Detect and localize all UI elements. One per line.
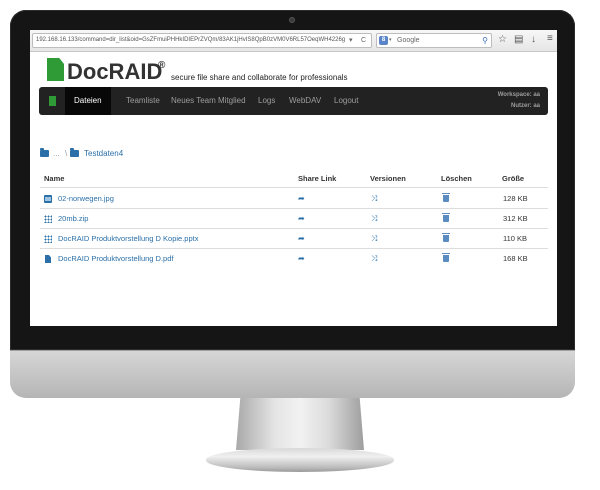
nav-item-neues-team-mitglied[interactable]: Neues Team Mitglied <box>167 87 250 115</box>
browser-toolbar: 192.168.16.133/command=dir_list&oid=GsZF… <box>30 30 557 52</box>
column-share-link: Share Link <box>298 174 337 183</box>
main-navbar: Dateien Teamliste Neues Team Mitglied Lo… <box>39 87 548 115</box>
share-link-icon[interactable]: ➦ <box>298 233 305 244</box>
monitor-stand-base <box>206 448 394 472</box>
column-versions: Versionen <box>370 174 406 183</box>
versions-shuffle-icon[interactable]: ⤨ <box>371 233 377 244</box>
clipboard-icon[interactable]: ▤ <box>514 33 523 46</box>
download-icon[interactable]: ↓ <box>531 33 536 46</box>
table-row: DocRAID Produktvorstellung D Kopie.pptx … <box>40 229 548 249</box>
file-size: 312 KB <box>503 214 528 223</box>
column-delete: Löschen <box>441 174 472 183</box>
logo-text: DocRAID <box>67 59 163 84</box>
share-link-icon[interactable]: ➦ <box>298 193 305 204</box>
monitor-chin <box>10 350 575 398</box>
file-size: 128 KB <box>503 194 528 203</box>
versions-shuffle-icon[interactable]: ⤨ <box>371 213 377 224</box>
menu-icon[interactable]: ≡ <box>547 32 553 45</box>
webcam <box>289 17 295 23</box>
url-dropdown-icon[interactable]: ▾ <box>349 34 353 47</box>
registered-mark: ® <box>158 60 166 71</box>
nav-item-logs[interactable]: Logs <box>254 87 279 115</box>
share-link-icon[interactable]: ➦ <box>298 253 305 264</box>
image-icon <box>44 195 52 203</box>
breadcrumb-current[interactable]: Testdaten4 <box>84 148 123 160</box>
file-icon <box>45 255 51 263</box>
nav-home[interactable] <box>39 87 65 115</box>
file-name-link[interactable]: DocRAID Produktvorstellung D Kopie.pptx <box>58 234 198 244</box>
table-header: Name Share Link Versionen Löschen Größe <box>40 170 548 188</box>
file-name-link[interactable]: 02-norwegen.jpg <box>58 194 114 204</box>
folder-open-icon[interactable] <box>40 148 49 157</box>
tagline: secure file share and collaborate for pr… <box>171 73 348 82</box>
url-text: 192.168.16.133/command=dir_list&oid=GsZF… <box>36 37 346 43</box>
archive-icon <box>44 235 52 243</box>
nav-item-webdav[interactable]: WebDAV <box>285 87 325 115</box>
screen: 192.168.16.133/command=dir_list&oid=GsZF… <box>30 30 557 326</box>
share-link-icon[interactable]: ➦ <box>298 213 305 224</box>
table-row: DocRAID Produktvorstellung D.pdf ➦ ⤨ 168… <box>40 249 548 269</box>
nav-item-logout[interactable]: Logout <box>330 87 362 115</box>
trash-icon[interactable] <box>442 193 450 202</box>
search-icon[interactable]: ⚲ <box>482 34 488 47</box>
archive-icon <box>44 215 52 223</box>
home-logo-icon <box>49 96 56 106</box>
table-row: 20mb.zip ➦ ⤨ 312 KB <box>40 209 548 229</box>
address-bar[interactable]: 192.168.16.133/command=dir_list&oid=GsZF… <box>32 33 372 48</box>
search-input[interactable]: 8 ▾ Google ⚲ <box>376 33 492 48</box>
nav-item-teamliste[interactable]: Teamliste <box>122 87 164 115</box>
versions-shuffle-icon[interactable]: ⤨ <box>371 253 377 264</box>
star-icon[interactable]: ☆ <box>498 33 507 46</box>
breadcrumb-separator: \ <box>65 149 68 158</box>
search-placeholder: Google <box>397 37 420 44</box>
reload-icon[interactable]: C <box>361 34 366 47</box>
trash-icon[interactable] <box>442 233 450 242</box>
file-name-link[interactable]: 20mb.zip <box>58 214 88 224</box>
column-name: Name <box>44 174 65 183</box>
table-row: 02-norwegen.jpg ➦ ⤨ 128 KB <box>40 189 548 209</box>
file-name-link[interactable]: DocRAID Produktvorstellung D.pdf <box>58 254 173 264</box>
logo-mark <box>47 58 64 81</box>
trash-icon[interactable] <box>442 213 450 222</box>
versions-shuffle-icon[interactable]: ⤨ <box>371 193 377 204</box>
folder-icon <box>70 148 79 157</box>
workspace-label: Workspace: aa <box>497 92 540 98</box>
search-engine-caret-icon[interactable]: ▾ <box>389 34 392 47</box>
search-engine-icon[interactable]: 8 <box>379 36 388 45</box>
nav-item-dateien[interactable]: Dateien <box>65 87 111 115</box>
user-label: Nutzer: aa <box>510 103 540 109</box>
column-size: Größe <box>502 174 525 183</box>
file-size: 110 KB <box>503 234 528 243</box>
file-size: 168 KB <box>503 254 528 263</box>
trash-icon[interactable] <box>442 253 450 262</box>
breadcrumb-ellipsis[interactable]: ... <box>53 148 60 160</box>
